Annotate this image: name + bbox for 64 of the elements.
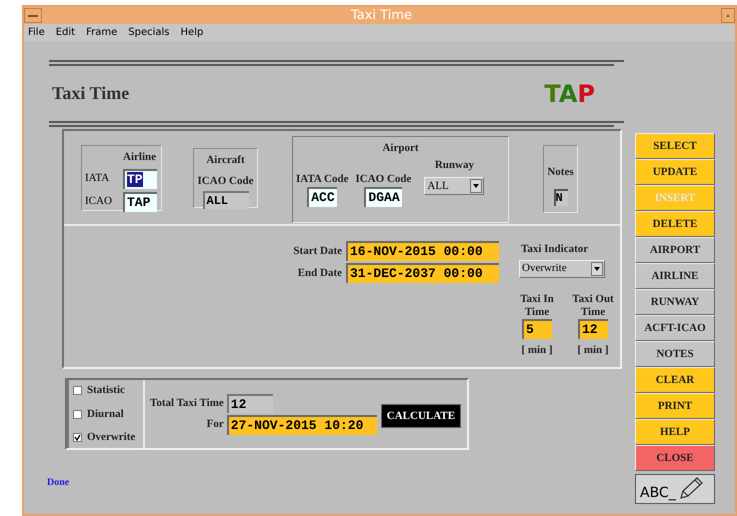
status-text: Done — [47, 476, 70, 490]
checkbox[interactable] — [73, 386, 82, 395]
field-label: ICAO Code — [355, 172, 412, 186]
toolbar-button[interactable]: CLEAR — [635, 367, 715, 393]
date-field[interactable]: 31-DEC-2037 00:00 — [346, 263, 499, 283]
toolbar-button[interactable]: HELP — [635, 419, 715, 445]
input-field[interactable]: DGAA — [364, 187, 402, 207]
field-label: For — [206, 417, 224, 432]
checkbox[interactable] — [73, 433, 82, 442]
field-label: Start Date — [293, 244, 342, 259]
input-field[interactable]: ACC — [307, 187, 338, 207]
group-title: Airport — [382, 141, 419, 156]
window-title: Taxi Time — [350, 6, 412, 25]
menu-item[interactable]: Specials — [128, 25, 170, 40]
date-field[interactable]: 27-NOV-2015 10:20 — [226, 414, 377, 434]
total-field[interactable]: 12 — [226, 394, 273, 412]
field-label: Taxi Out Time — [571, 292, 615, 318]
input-field[interactable]: ALL — [202, 191, 248, 209]
menu-item[interactable]: Frame — [86, 25, 118, 40]
menu-item[interactable]: File — [28, 25, 45, 40]
taxi-indicator-dropdown[interactable]: Overwrite — [519, 260, 605, 278]
calculate-button[interactable]: CALCULATE — [380, 404, 462, 428]
menu-item[interactable]: Edit — [56, 25, 76, 40]
date-field[interactable]: 16-NOV-2015 00:00 — [346, 241, 499, 261]
field-label: Runway — [434, 158, 474, 172]
unit-label: [ min ] — [521, 342, 553, 358]
checkbox-label: Diurnal — [87, 406, 124, 422]
field-label: ICAO — [85, 194, 113, 210]
field-label: Total Taxi Time — [150, 396, 224, 411]
group-title: Aircraft — [206, 153, 245, 168]
runway-dropdown[interactable]: ALL — [424, 177, 484, 195]
field-label: End Date — [298, 266, 342, 281]
toolbar-button[interactable]: DELETE — [635, 211, 715, 237]
field-label: Taxi Indicator — [521, 242, 588, 257]
field-label: IATA Code — [296, 172, 348, 186]
input-field[interactable]: TAP — [123, 192, 157, 212]
field-label: ICAO Code — [198, 174, 254, 188]
toolbar-button[interactable]: ACFT-ICAO — [635, 315, 715, 341]
spell-check-button[interactable]: ABC_ — [635, 474, 715, 504]
toolbar-button[interactable]: RUNWAY — [635, 289, 715, 315]
group-title: Airline — [123, 150, 157, 165]
toolbar-button[interactable]: NOTES — [635, 341, 715, 367]
time-field[interactable]: 12 — [578, 318, 608, 338]
page-title: Taxi Time — [51, 82, 130, 105]
pencil-icon — [678, 477, 704, 501]
input-field[interactable]: TP — [123, 168, 157, 188]
field-label: IATA — [85, 171, 110, 186]
toolbar-button[interactable]: CLOSE — [635, 445, 715, 471]
field-label: Taxi In Time — [519, 292, 555, 318]
window-menu-icon[interactable] — [24, 8, 42, 23]
unit-label: [ min ] — [577, 342, 609, 358]
toolbar-button[interactable]: PRINT — [635, 393, 715, 419]
toolbar-button[interactable]: UPDATE — [635, 159, 715, 185]
toolbar-button[interactable]: AIRLINE — [635, 263, 715, 289]
logo: TAP — [543, 80, 596, 108]
checkbox-label: Statistic — [87, 383, 125, 398]
menu-item[interactable]: Help — [180, 25, 204, 40]
checkbox-label: Overwrite — [87, 430, 136, 446]
time-field[interactable]: 5 — [522, 318, 552, 338]
input-field[interactable]: N — [554, 188, 568, 206]
checkbox[interactable] — [73, 410, 82, 418]
field-label: Notes — [547, 165, 574, 180]
toolbar-button[interactable]: SELECT — [635, 133, 715, 159]
toolbar-button[interactable]: AIRPORT — [635, 237, 715, 263]
